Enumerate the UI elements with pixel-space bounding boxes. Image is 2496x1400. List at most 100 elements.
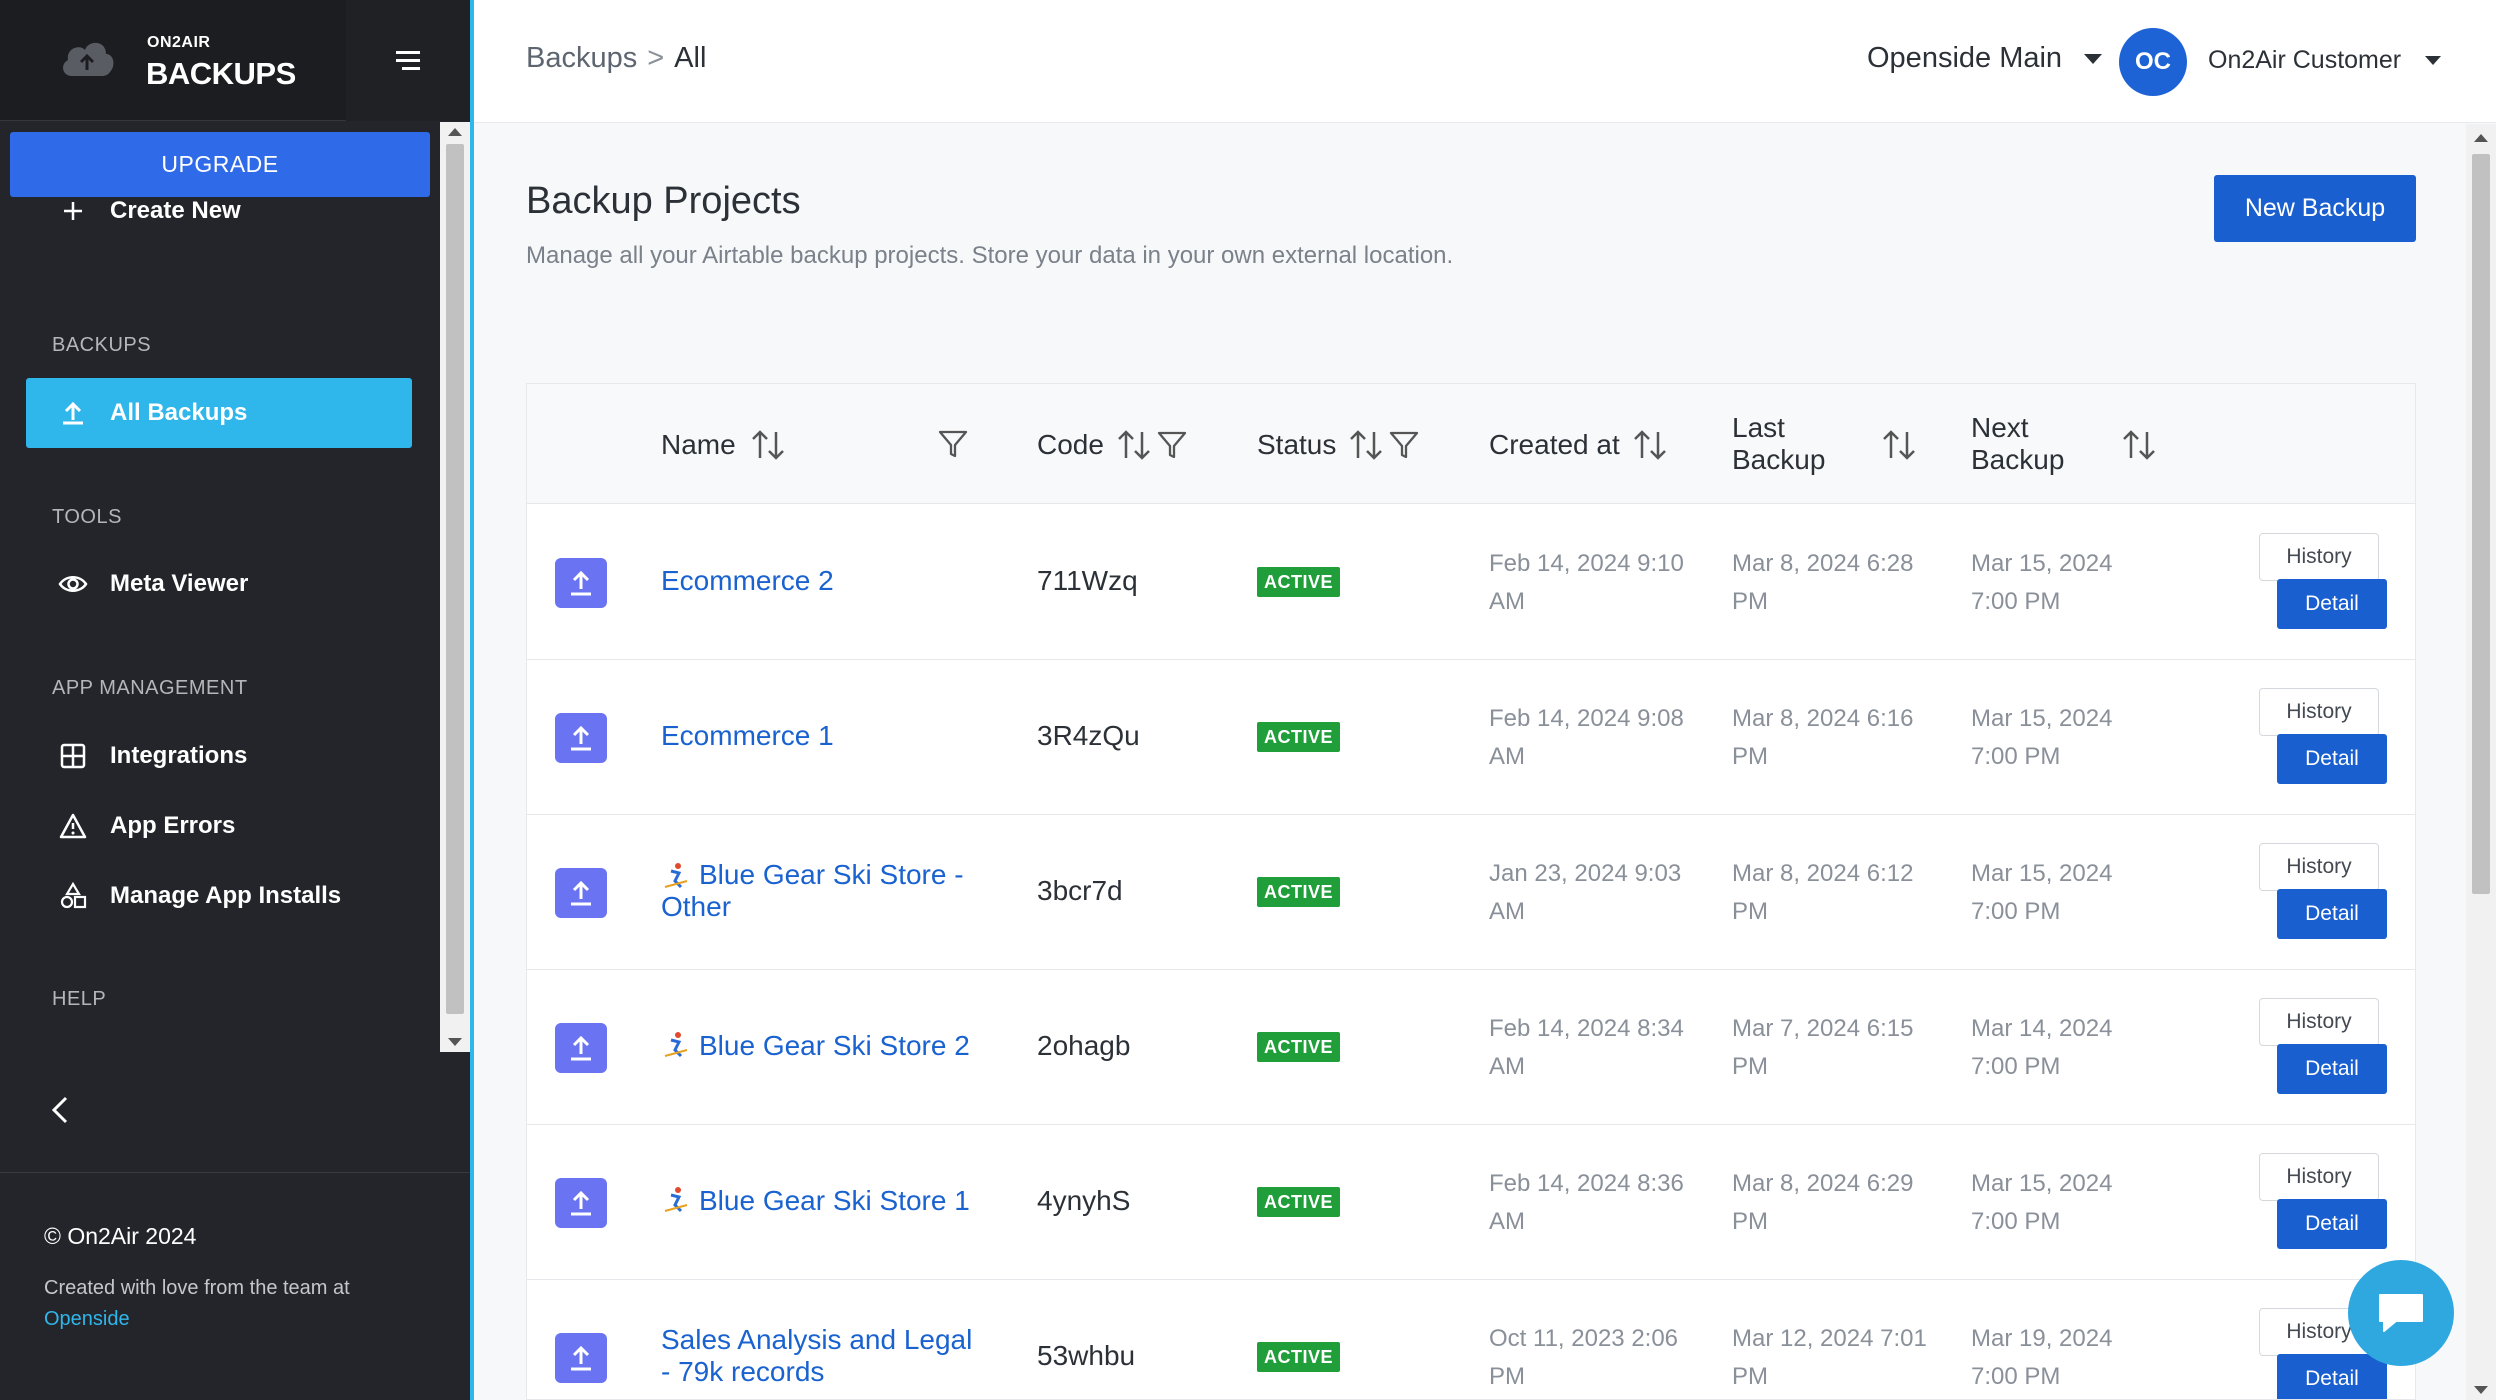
column-created-at: Created at <box>1489 428 1670 462</box>
main-scroll-thumb[interactable] <box>2472 154 2490 894</box>
breadcrumb-current: All <box>674 42 707 74</box>
backup-upload-icon <box>555 713 607 763</box>
sidebar-item-integrations[interactable]: Integrations <box>26 721 412 791</box>
detail-button[interactable]: Detail <box>2277 579 2387 629</box>
workspace-selector[interactable]: Openside Main <box>1867 42 2103 75</box>
table-row: Ecommerce 1 3R4zQu ACTIVE Feb 14, 2024 9… <box>527 660 2415 815</box>
section-app-management: APP MANAGEMENT <box>52 677 248 699</box>
scroll-down-icon[interactable] <box>448 1038 462 1046</box>
backup-upload-icon <box>555 868 607 918</box>
filter-icon[interactable] <box>1156 429 1188 461</box>
column-label: Code <box>1037 429 1104 460</box>
detail-button[interactable]: Detail <box>2277 1044 2387 1094</box>
history-button[interactable]: History <box>2259 688 2379 736</box>
next-backup: Mar 19, 2024 7:00 PM <box>1971 1325 2113 1390</box>
section-backups: BACKUPS <box>52 334 152 356</box>
avatar[interactable]: OC <box>2119 28 2187 96</box>
sidebar-item-meta-viewer[interactable]: Meta Viewer <box>26 549 412 619</box>
backup-name-link[interactable]: Sales Analysis and Legal - 79k records <box>661 1324 981 1388</box>
create-new-button[interactable]: Create New <box>26 176 412 246</box>
workspace-name: Openside Main <box>1867 42 2063 74</box>
sidebar-item-label: App Errors <box>110 812 236 839</box>
backup-name-link[interactable]: Blue Gear Ski Store 1 <box>661 1185 1001 1217</box>
sort-icon[interactable] <box>2119 428 2159 462</box>
created-at: Feb 14, 2024 8:34 AM <box>1489 1015 1684 1080</box>
chevron-left-icon <box>51 1096 68 1124</box>
sort-icon[interactable] <box>1114 428 1154 462</box>
main-scrollbar[interactable] <box>2466 124 2496 1400</box>
section-tools: TOOLS <box>52 506 122 528</box>
sidebar-scroll-thumb[interactable] <box>446 144 464 1014</box>
backup-code: 3bcr7d <box>1037 875 1123 906</box>
table-row: Ecommerce 2 711Wzq ACTIVE Feb 14, 2024 9… <box>527 505 2415 660</box>
collapse-sidebar-button[interactable] <box>46 1090 76 1130</box>
column-name: Name <box>661 428 788 462</box>
sidebar-item-label: Manage App Installs <box>110 882 342 909</box>
history-button[interactable]: History <box>2259 1153 2379 1201</box>
backup-name-link[interactable]: Ecommerce 1 <box>661 720 981 752</box>
new-backup-button[interactable]: New Backup <box>2214 175 2416 242</box>
hamburger-icon <box>396 50 420 70</box>
next-backup: Mar 15, 2024 7:00 PM <box>1971 705 2113 770</box>
last-backup: Mar 8, 2024 6:12 PM <box>1732 860 1914 925</box>
history-button[interactable]: History <box>2259 843 2379 891</box>
history-button[interactable]: History <box>2259 998 2379 1046</box>
column-label: Last Backup <box>1732 412 1826 475</box>
backup-name-link[interactable]: Ecommerce 2 <box>661 565 981 597</box>
eye-icon <box>58 569 88 599</box>
backup-name-link[interactable]: Blue Gear Ski Store - Other <box>661 859 981 923</box>
filter-icon[interactable] <box>1388 429 1420 461</box>
scroll-up-icon[interactable] <box>448 128 462 136</box>
detail-button[interactable]: Detail <box>2277 1354 2387 1399</box>
status-badge: ACTIVE <box>1257 567 1341 597</box>
caret-down-icon <box>2084 53 2103 64</box>
sort-icon[interactable] <box>748 428 788 462</box>
breadcrumb-backups[interactable]: Backups <box>526 42 637 75</box>
user-menu[interactable]: On2Air Customer <box>2208 46 2442 75</box>
warning-icon <box>58 811 88 841</box>
status-badge: ACTIVE <box>1257 1032 1341 1062</box>
sort-icon[interactable] <box>1630 428 1670 462</box>
sort-icon[interactable] <box>1879 428 1919 462</box>
detail-button[interactable]: Detail <box>2277 734 2387 784</box>
upload-icon <box>58 398 88 428</box>
last-backup: Mar 8, 2024 6:16 PM <box>1732 705 1914 770</box>
sidebar-nav: UPGRADE Create New BACKUPS All Backups T… <box>0 122 440 1052</box>
chat-icon <box>2379 1294 2423 1332</box>
grid-icon <box>58 741 88 771</box>
backup-name-link[interactable]: Blue Gear Ski Store 2 <box>661 1030 1001 1062</box>
detail-button[interactable]: Detail <box>2277 1199 2387 1249</box>
sidebar-item-manage-app-installs[interactable]: Manage App Installs <box>26 861 412 931</box>
column-label: Name <box>661 429 736 460</box>
section-help: HELP <box>52 988 107 1010</box>
skier-icon <box>664 1032 688 1058</box>
sidebar-item-app-errors[interactable]: App Errors <box>26 791 412 861</box>
plus-icon <box>58 196 88 226</box>
detail-button[interactable]: Detail <box>2277 889 2387 939</box>
scroll-up-icon[interactable] <box>2474 134 2488 142</box>
sidebar-scrollbar[interactable] <box>440 122 470 1052</box>
created-at: Oct 11, 2023 2:06 PM <box>1489 1325 1679 1390</box>
backup-upload-icon <box>555 1178 607 1228</box>
scroll-down-icon[interactable] <box>2474 1386 2488 1394</box>
openside-link[interactable]: Openside <box>44 1308 130 1330</box>
last-backup: Mar 8, 2024 6:28 PM <box>1732 550 1914 615</box>
history-button[interactable]: History <box>2259 533 2379 581</box>
sidebar-item-label: All Backups <box>110 399 248 426</box>
create-new-label: Create New <box>110 197 241 224</box>
chat-launcher-button[interactable] <box>2348 1260 2454 1366</box>
credit-label: Created with love from the team at <box>44 1277 350 1299</box>
sidebar-item-all-backups[interactable]: All Backups <box>26 378 412 448</box>
menu-toggle-button[interactable] <box>346 0 470 121</box>
column-label: Created at <box>1489 429 1620 460</box>
top-header: Backups > All Openside Main OC On2Air Cu… <box>474 0 2496 123</box>
backup-name-text: Blue Gear Ski Store 2 <box>699 1030 970 1061</box>
sidebar-footer: © On2Air 2024 Created with love from the… <box>0 1172 470 1400</box>
backup-code: 53whbu <box>1037 1340 1136 1371</box>
sort-icon[interactable] <box>1346 428 1386 462</box>
last-backup: Mar 7, 2024 6:15 PM <box>1732 1015 1914 1080</box>
filter-icon[interactable] <box>937 428 969 460</box>
table-row: Sales Analysis and Legal - 79k records 5… <box>527 1280 2415 1399</box>
status-badge: ACTIVE <box>1257 1342 1341 1372</box>
backup-upload-icon <box>555 1333 607 1383</box>
